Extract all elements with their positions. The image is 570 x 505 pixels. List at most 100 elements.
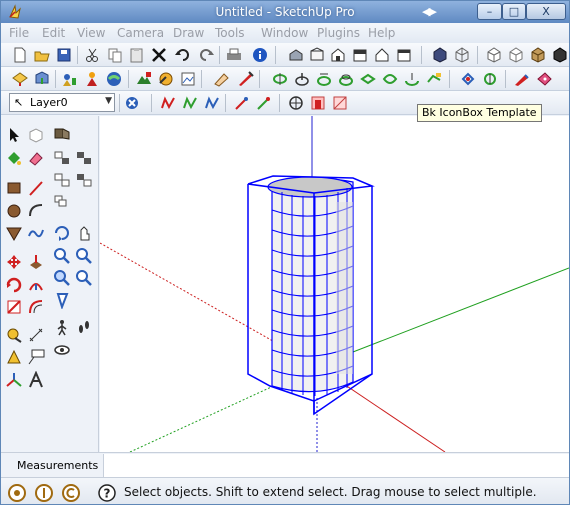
zoom-extents-icon[interactable] (53, 269, 71, 287)
zoom-icon[interactable] (53, 247, 71, 265)
menu-file[interactable]: File (9, 26, 29, 40)
menu-help[interactable]: Help (368, 26, 395, 40)
sandbox-stamp-icon[interactable] (233, 94, 251, 112)
rotate-icon[interactable] (5, 276, 23, 294)
union-icon[interactable] (359, 70, 377, 88)
make-component-icon[interactable] (27, 126, 45, 144)
rectangle-icon[interactable] (5, 179, 23, 197)
next-view-icon[interactable] (481, 70, 499, 88)
subtract-icon[interactable] (381, 70, 399, 88)
outer-shell-icon[interactable] (337, 70, 355, 88)
axes-icon[interactable] (5, 371, 23, 389)
shaded-textures-icon[interactable] (529, 46, 547, 64)
paint-bucket-icon[interactable] (5, 149, 23, 167)
zoom-window-icon[interactable] (75, 247, 93, 265)
push-pull-icon[interactable] (293, 70, 311, 88)
save-icon[interactable] (55, 46, 73, 64)
new-icon[interactable] (11, 46, 29, 64)
redo-icon[interactable] (197, 46, 215, 64)
previous-view-icon[interactable] (459, 70, 477, 88)
close-button[interactable]: X (526, 3, 566, 20)
top-view-icon[interactable] (308, 46, 326, 64)
open-icon[interactable] (33, 46, 51, 64)
dimension-icon[interactable] (27, 326, 45, 344)
print-icon[interactable] (225, 46, 243, 64)
layer-dropdown[interactable]: ↖ Layer0 ▼ (9, 93, 115, 112)
explode-icon[interactable] (75, 171, 93, 189)
menu-plugins[interactable]: Plugins (317, 26, 360, 40)
pencil-erase-icon[interactable] (513, 70, 531, 88)
outliner-icon[interactable] (53, 193, 71, 211)
left-view-icon[interactable] (395, 46, 413, 64)
protractor-icon[interactable] (5, 348, 23, 366)
offset-icon[interactable] (27, 298, 45, 316)
paste-icon[interactable] (128, 46, 146, 64)
front-view-icon[interactable] (329, 46, 347, 64)
line-icon[interactable] (27, 179, 45, 197)
layer-manager-icon[interactable] (123, 94, 141, 112)
trim-icon[interactable] (403, 70, 421, 88)
right-view-icon[interactable] (351, 46, 369, 64)
photo-textures-icon[interactable] (179, 70, 197, 88)
pan-icon[interactable] (75, 224, 93, 242)
text-icon[interactable] (27, 348, 45, 366)
model-viewport[interactable] (100, 116, 569, 452)
toggle-terrain-icon[interactable] (135, 70, 153, 88)
walk-icon[interactable] (53, 319, 71, 337)
sandbox-contours-icon[interactable] (159, 94, 177, 112)
follow-me-tool-icon[interactable] (27, 276, 45, 294)
get-photo-texture-icon[interactable] (83, 70, 101, 88)
copy-icon[interactable] (106, 46, 124, 64)
red-tag-icon[interactable] (535, 70, 553, 88)
split-icon[interactable] (425, 70, 443, 88)
share-model-icon[interactable] (33, 70, 51, 88)
group-icon[interactable] (53, 171, 71, 189)
cut-icon[interactable] (84, 46, 102, 64)
intersect-icon[interactable] (315, 70, 333, 88)
section-plane-tool-icon[interactable] (53, 149, 71, 167)
share-component-icon[interactable] (61, 70, 79, 88)
section-fill-icon[interactable] (75, 149, 93, 167)
credits-icon[interactable] (34, 483, 54, 503)
undo-icon[interactable] (174, 46, 192, 64)
orbit-icon[interactable] (53, 224, 71, 242)
hidden-line-icon[interactable] (485, 46, 503, 64)
circle-icon[interactable] (5, 202, 23, 220)
menu-tools[interactable]: Tools (215, 26, 245, 40)
monochrome-icon[interactable] (551, 46, 569, 64)
previous-zoom-icon[interactable] (75, 269, 93, 287)
push-pull-tool-icon[interactable] (27, 253, 45, 271)
position-camera-icon[interactable] (53, 291, 71, 311)
erase-icon[interactable] (150, 46, 168, 64)
look-around-icon[interactable] (53, 341, 71, 359)
sandbox-scratch-icon[interactable] (181, 94, 199, 112)
footprints-icon[interactable] (75, 319, 93, 337)
help-icon[interactable]: ? (97, 483, 117, 503)
get-models-icon[interactable] (11, 70, 29, 88)
wireframe-icon[interactable] (453, 46, 471, 64)
geo-location-icon[interactable] (7, 483, 27, 503)
model-info-icon[interactable] (251, 46, 269, 64)
add-location-icon[interactable] (105, 70, 123, 88)
window-nav-arrows[interactable]: ◀▶ (422, 5, 444, 19)
component-palette-icon[interactable] (53, 124, 71, 142)
sandbox-smoove-icon[interactable] (203, 94, 221, 112)
section-plane-icon[interactable] (213, 70, 231, 88)
section-display-icon[interactable] (309, 94, 327, 112)
preview-earth-icon[interactable] (157, 70, 175, 88)
sandbox-drape-icon[interactable] (255, 94, 273, 112)
scale-icon[interactable] (5, 298, 23, 316)
minimize-button[interactable]: – (477, 3, 502, 20)
section-cuts-icon[interactable] (331, 94, 349, 112)
maximize-button[interactable]: □ (502, 3, 526, 20)
move-icon[interactable] (5, 253, 23, 271)
menu-draw[interactable]: Draw (173, 26, 204, 40)
menu-window[interactable]: Window (261, 26, 308, 40)
menu-camera[interactable]: Camera (117, 26, 164, 40)
copyright-icon[interactable] (61, 483, 81, 503)
text-tag-icon[interactable] (237, 70, 255, 88)
eraser-icon[interactable] (27, 149, 45, 167)
shaded-icon[interactable] (507, 46, 525, 64)
follow-me-icon[interactable] (271, 70, 289, 88)
freehand-icon[interactable] (27, 224, 45, 242)
